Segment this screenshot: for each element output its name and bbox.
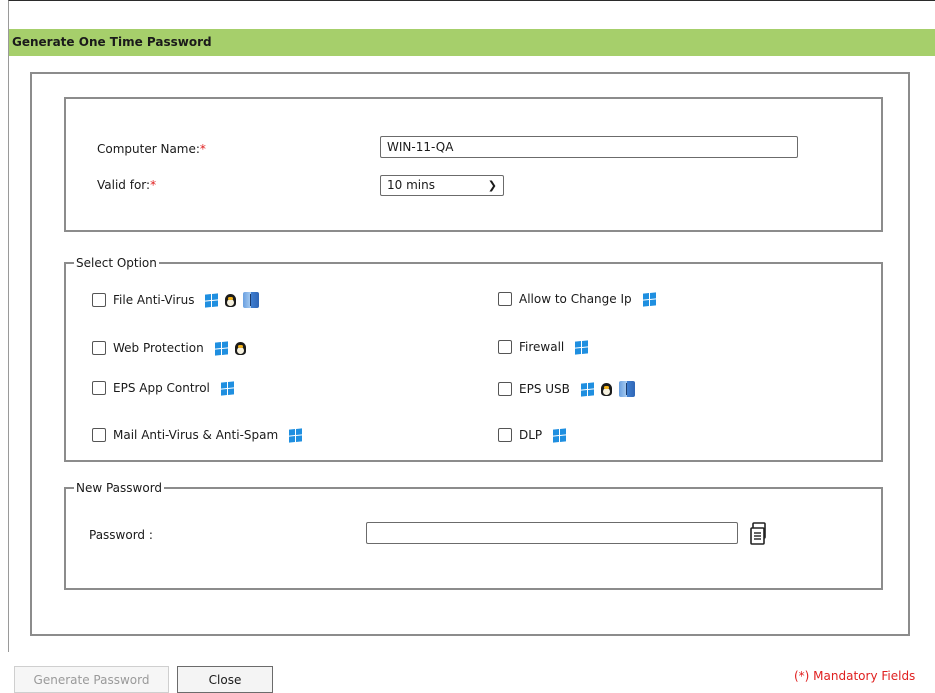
windows-icon bbox=[205, 292, 219, 308]
windows-icon bbox=[575, 339, 589, 355]
option-checkbox[interactable] bbox=[498, 340, 512, 354]
windows-icon bbox=[214, 340, 228, 356]
platform-icons bbox=[580, 381, 635, 397]
platform-icons bbox=[642, 291, 656, 307]
windows-icon bbox=[580, 381, 594, 397]
windows-icon bbox=[553, 427, 567, 443]
option-7[interactable]: DLP bbox=[498, 427, 567, 443]
mac-icon bbox=[243, 292, 260, 308]
option-checkbox[interactable] bbox=[498, 428, 512, 442]
linux-icon bbox=[600, 381, 613, 397]
option-checkbox[interactable] bbox=[92, 293, 106, 307]
option-5[interactable]: Firewall bbox=[498, 339, 589, 355]
valid-for-value: 10 mins bbox=[387, 178, 435, 192]
linux-icon bbox=[234, 340, 247, 356]
computer-name-input[interactable] bbox=[380, 136, 798, 158]
new-password-legend: New Password bbox=[76, 481, 163, 495]
windows-icon bbox=[220, 380, 234, 396]
password-input[interactable] bbox=[366, 522, 738, 544]
option-label: Allow to Change Ip bbox=[519, 292, 632, 306]
option-checkbox[interactable] bbox=[92, 428, 106, 442]
option-checkbox[interactable] bbox=[92, 381, 106, 395]
option-checkbox[interactable] bbox=[498, 382, 512, 396]
dialog-title: Generate One Time Password bbox=[9, 29, 935, 56]
option-2[interactable]: EPS App Control bbox=[92, 380, 234, 396]
select-option-legend: Select Option bbox=[76, 256, 157, 270]
option-0[interactable]: File Anti-Virus bbox=[92, 292, 260, 308]
option-label: DLP bbox=[519, 428, 543, 442]
password-label: Password : bbox=[89, 528, 153, 542]
computer-details-box bbox=[64, 97, 883, 232]
chevron-down-icon: ❯ bbox=[487, 179, 497, 192]
option-label: Firewall bbox=[519, 340, 565, 354]
generate-password-button[interactable]: Generate Password bbox=[14, 666, 169, 693]
platform-icons bbox=[553, 427, 567, 443]
option-label: EPS App Control bbox=[113, 381, 210, 395]
windows-icon bbox=[289, 427, 303, 443]
option-1[interactable]: Web Protection bbox=[92, 340, 247, 356]
copy-password-icon[interactable] bbox=[749, 522, 769, 546]
valid-for-label: Valid for:* bbox=[97, 178, 157, 192]
option-label: Web Protection bbox=[113, 341, 204, 355]
platform-icons bbox=[575, 339, 589, 355]
option-4[interactable]: Allow to Change Ip bbox=[498, 291, 656, 307]
valid-for-select[interactable]: 10 mins ❯ bbox=[380, 175, 504, 196]
option-label: Mail Anti-Virus & Anti-Spam bbox=[113, 428, 279, 442]
platform-icons bbox=[205, 292, 260, 308]
platform-icons bbox=[214, 340, 247, 356]
option-checkbox[interactable] bbox=[498, 292, 512, 306]
option-3[interactable]: Mail Anti-Virus & Anti-Spam bbox=[92, 427, 303, 443]
close-button[interactable]: Close bbox=[177, 666, 273, 693]
mac-icon bbox=[618, 381, 635, 397]
computer-name-label: Computer Name:* bbox=[97, 142, 206, 156]
option-6[interactable]: EPS USB bbox=[498, 381, 635, 397]
platform-icons bbox=[289, 427, 303, 443]
linux-icon bbox=[224, 292, 237, 308]
option-checkbox[interactable] bbox=[92, 341, 106, 355]
platform-icons bbox=[220, 380, 234, 396]
option-label: EPS USB bbox=[519, 382, 570, 396]
mandatory-fields-note: (*) Mandatory Fields bbox=[794, 669, 916, 683]
windows-icon bbox=[642, 291, 656, 307]
option-label: File Anti-Virus bbox=[113, 293, 195, 307]
